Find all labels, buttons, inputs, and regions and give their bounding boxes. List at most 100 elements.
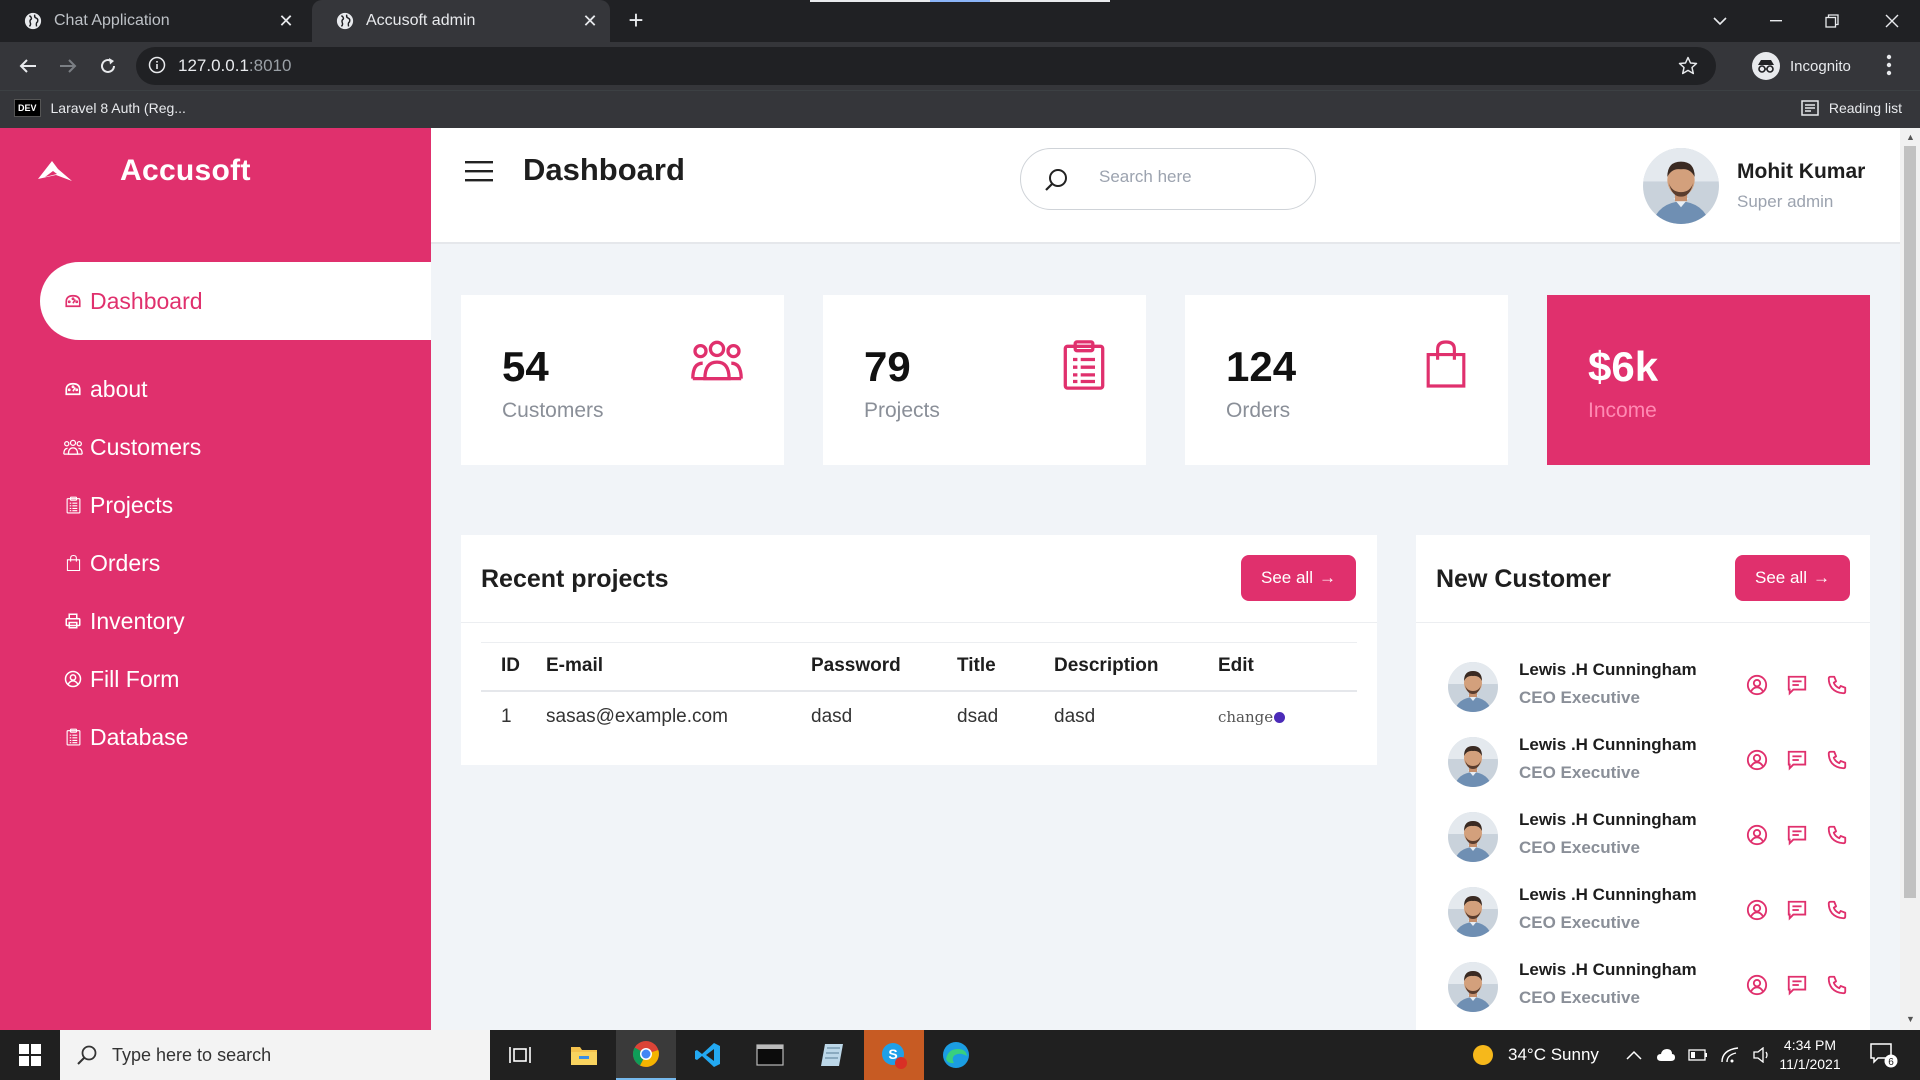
vscode-icon <box>695 1043 720 1067</box>
new-tab-button[interactable]: + <box>622 6 650 34</box>
customer-name: Lewis .H Cunningham <box>1519 960 1697 979</box>
scroll-down-icon[interactable]: ▼ <box>1906 1014 1915 1024</box>
close-window-button[interactable] <box>1864 0 1920 42</box>
sidebar-item-database[interactable]: Database <box>40 698 431 776</box>
globe-icon <box>336 12 354 30</box>
user-profile[interactable]: Mohit Kumar Super admin <box>1643 148 1865 224</box>
minimize-button[interactable] <box>1748 0 1804 42</box>
phone-icon[interactable] <box>1826 899 1848 921</box>
skype-icon: S <box>882 1043 907 1069</box>
stat-card-customers[interactable]: 54 Customers <box>461 295 784 465</box>
sidebar-item-dashboard[interactable]: Dashboard <box>40 262 431 340</box>
button-label: See all <box>1755 568 1807 587</box>
customer-list-item[interactable]: Lewis .H Cunningham CEO Executive <box>1448 656 1858 716</box>
search-box[interactable] <box>1020 148 1316 210</box>
table-header-row: ID E-mail Password Title Description Edi… <box>481 642 1357 691</box>
tab-chat-application[interactable]: Chat Application ✕ <box>0 0 306 42</box>
sidebar-item-label: Projects <box>90 491 174 518</box>
phone-icon[interactable] <box>1826 749 1848 771</box>
back-button[interactable] <box>14 52 42 80</box>
close-icon[interactable]: ✕ <box>276 11 296 31</box>
app-launcher[interactable] <box>802 1030 862 1080</box>
scrollbar-thumb[interactable] <box>1904 146 1916 898</box>
change-link[interactable]: change <box>1218 708 1357 726</box>
bookmark-laravel-auth[interactable]: DEV Laravel 8 Auth (Reg... <box>14 99 186 117</box>
forward-button[interactable] <box>54 52 82 80</box>
chat-icon[interactable] <box>1786 824 1808 846</box>
terminal-app[interactable] <box>740 1030 800 1080</box>
logo-icon <box>38 161 72 181</box>
volume-icon[interactable] <box>1752 1047 1772 1063</box>
column-header: E-mail <box>546 655 604 677</box>
stat-card-orders[interactable]: 124 Orders <box>1185 295 1508 465</box>
chat-icon[interactable] <box>1786 899 1808 921</box>
projects-table: ID E-mail Password Title Description Edi… <box>481 642 1357 743</box>
reading-list-button[interactable]: Reading list <box>1801 100 1902 116</box>
vscode-app[interactable] <box>678 1030 738 1080</box>
customer-role: CEO Executive <box>1519 913 1640 932</box>
edge-app[interactable] <box>926 1030 986 1080</box>
address-bar[interactable]: 127.0.0.1:8010 <box>136 47 1716 85</box>
brand[interactable]: Accusoft <box>36 154 251 188</box>
stat-card-income[interactable]: $6k Income <box>1547 295 1870 465</box>
wifi-icon[interactable] <box>1720 1047 1740 1063</box>
user-circle-icon[interactable] <box>1746 749 1768 771</box>
phone-icon[interactable] <box>1826 824 1848 846</box>
browser-tab-strip: Chat Application ✕ Accusoft admin ✕ + <box>0 0 1920 42</box>
notification-count: 6 <box>1888 1057 1894 1068</box>
incognito-profile-button[interactable]: Incognito <box>1752 50 1851 82</box>
user-circle-icon[interactable] <box>1746 674 1768 696</box>
skype-app[interactable]: S <box>864 1030 924 1080</box>
tab-accusoft-admin[interactable]: Accusoft admin ✕ <box>312 0 610 42</box>
hamburger-menu-icon[interactable] <box>465 160 493 182</box>
cloud-icon[interactable] <box>1656 1048 1676 1062</box>
stat-value: 54 <box>502 343 549 390</box>
start-button[interactable] <box>0 1030 60 1080</box>
customer-list-item[interactable]: Lewis .H Cunningham CEO Executive <box>1448 956 1858 1016</box>
customer-role: CEO Executive <box>1519 688 1640 707</box>
chevron-up-icon[interactable] <box>1626 1050 1642 1060</box>
file-explorer-app[interactable] <box>554 1030 614 1080</box>
notification-icon[interactable]: 6 <box>1870 1042 1898 1068</box>
sidebar-item-label: Orders <box>90 549 161 576</box>
tab-title: Accusoft admin <box>366 12 476 29</box>
info-icon[interactable] <box>148 56 166 74</box>
chat-icon[interactable] <box>1786 749 1808 771</box>
stat-value: 79 <box>864 343 911 390</box>
user-circle-icon[interactable] <box>1746 974 1768 996</box>
phone-icon[interactable] <box>1826 674 1848 696</box>
clock[interactable]: 4:34 PM 11/1/2021 <box>1770 1036 1850 1074</box>
see-all-customers-button[interactable]: See all → <box>1735 555 1850 601</box>
reload-button[interactable] <box>94 52 122 80</box>
stat-card-projects[interactable]: 79 Projects <box>823 295 1146 465</box>
search-input[interactable] <box>1099 167 1299 187</box>
chat-icon[interactable] <box>1786 974 1808 996</box>
chrome-icon <box>632 1041 659 1067</box>
task-view-button[interactable] <box>490 1030 550 1080</box>
restore-button[interactable] <box>1804 0 1860 42</box>
bookmark-label: Laravel 8 Auth (Reg... <box>50 100 186 116</box>
tab-search-button[interactable] <box>1692 0 1748 42</box>
phone-icon[interactable] <box>1826 974 1848 996</box>
bookmark-star-icon[interactable] <box>1678 56 1698 76</box>
search-icon <box>1045 169 1067 191</box>
weather-widget[interactable]: 34°C Sunny <box>1472 1030 1599 1080</box>
scroll-up-icon[interactable]: ▲ <box>1906 132 1915 142</box>
see-all-projects-button[interactable]: See all → <box>1241 555 1356 601</box>
close-icon[interactable]: ✕ <box>580 11 600 31</box>
weather-text: 34°C Sunny <box>1508 1045 1599 1064</box>
more-menu-icon[interactable] <box>1886 54 1892 76</box>
chat-icon[interactable] <box>1786 674 1808 696</box>
customer-list-item[interactable]: Lewis .H Cunningham CEO Executive <box>1448 731 1858 791</box>
page-scrollbar[interactable]: ▲ ▼ <box>1900 128 1920 1030</box>
battery-icon[interactable] <box>1688 1049 1708 1061</box>
customer-list-item[interactable]: Lewis .H Cunningham CEO Executive <box>1448 806 1858 866</box>
user-circle-icon[interactable] <box>1746 899 1768 921</box>
arrow-left-icon <box>19 59 36 73</box>
customer-list-item[interactable]: Lewis .H Cunningham CEO Executive <box>1448 881 1858 941</box>
url-text: 127.0.0.1:8010 <box>178 56 292 75</box>
user-circle-icon[interactable] <box>1746 824 1768 846</box>
chrome-app[interactable] <box>616 1030 676 1080</box>
taskbar-search[interactable]: Type here to search <box>60 1030 490 1080</box>
loading-indicator <box>810 0 1110 2</box>
